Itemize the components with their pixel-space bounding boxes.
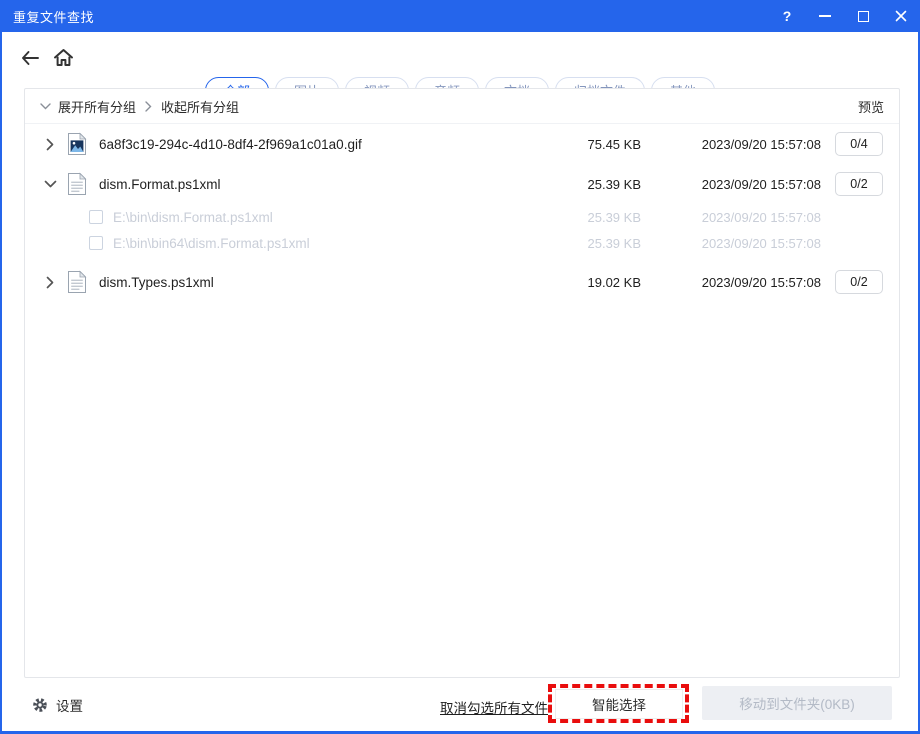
titlebar-controls: ? xyxy=(768,0,920,32)
window-title: 重复文件查找 xyxy=(0,7,94,26)
smart-select-button[interactable]: 智能选择 xyxy=(555,689,683,719)
selection-count-badge: 0/2 xyxy=(835,172,883,196)
footer: 设置 取消勾选所有文件 智能选择 移动到文件夹(0KB) xyxy=(2,678,918,731)
file-size: 19.02 KB xyxy=(551,275,641,290)
collapse-chevron-down-icon[interactable] xyxy=(43,180,57,188)
image-file-icon xyxy=(67,132,87,156)
app-window: 重复文件查找 ? 全部 图片 视频 音频 文档 归 xyxy=(0,0,920,734)
titlebar: 重复文件查找 ? xyxy=(0,0,920,32)
file-checkbox[interactable] xyxy=(89,210,103,224)
expand-chevron-right-icon[interactable] xyxy=(43,276,57,289)
settings-button[interactable]: 设置 xyxy=(32,695,83,715)
collapse-all-label: 收起所有分组 xyxy=(161,97,239,116)
file-date: 2023/09/20 15:57:08 xyxy=(661,137,821,152)
file-group-row[interactable]: dism.Format.ps1xml 25.39 KB 2023/09/20 1… xyxy=(25,164,899,204)
expand-all-label: 展开所有分组 xyxy=(58,97,136,116)
header: 全部 图片 视频 音频 文档 归档文件 其他 xyxy=(2,32,918,88)
chevron-down-icon xyxy=(40,103,51,110)
minimize-icon xyxy=(819,15,831,17)
file-path: E:\bin\bin64\dism.Format.ps1xml xyxy=(113,236,551,251)
file-group-row[interactable]: dism.Types.ps1xml 19.02 KB 2023/09/20 15… xyxy=(25,262,899,302)
file-date: 2023/09/20 15:57:08 xyxy=(661,177,821,192)
file-group-row[interactable]: 6a8f3c19-294c-4d10-8df4-2f969a1c01a0.gif… xyxy=(25,124,899,164)
help-button[interactable]: ? xyxy=(768,0,806,32)
file-group-name: dism.Types.ps1xml xyxy=(99,275,551,290)
file-path: E:\bin\dism.Format.ps1xml xyxy=(113,210,551,225)
minimize-button[interactable] xyxy=(806,0,844,32)
results-panel: 展开所有分组 收起所有分组 预览 xyxy=(24,88,900,678)
selection-count-badge: 0/2 xyxy=(835,270,883,294)
file-date: 2023/09/20 15:57:08 xyxy=(661,210,821,225)
expand-all-groups[interactable]: 展开所有分组 xyxy=(40,97,136,116)
maximize-button[interactable] xyxy=(844,0,882,32)
close-icon xyxy=(895,10,907,22)
collapse-all-groups[interactable]: 收起所有分组 xyxy=(161,97,239,116)
back-button[interactable] xyxy=(20,50,40,66)
file-date: 2023/09/20 15:57:08 xyxy=(661,236,821,251)
file-date: 2023/09/20 15:57:08 xyxy=(661,275,821,290)
toolbar-separator xyxy=(145,101,152,112)
file-size: 25.39 KB xyxy=(551,236,641,251)
expand-chevron-right-icon[interactable] xyxy=(43,138,57,151)
maximize-icon xyxy=(858,11,869,22)
home-icon xyxy=(53,48,74,67)
file-group-name: dism.Format.ps1xml xyxy=(99,177,551,192)
nav-left xyxy=(20,48,74,67)
file-size: 25.39 KB xyxy=(551,177,641,192)
move-to-folder-button[interactable]: 移动到文件夹(0KB) xyxy=(702,686,892,720)
close-button[interactable] xyxy=(882,0,920,32)
document-file-icon xyxy=(67,270,87,294)
file-size: 75.45 KB xyxy=(551,137,641,152)
chevron-right-icon xyxy=(145,101,152,112)
file-checkbox[interactable] xyxy=(89,236,103,250)
preview-button[interactable]: 预览 xyxy=(858,97,884,116)
duplicate-file-row[interactable]: E:\bin\bin64\dism.Format.ps1xml 25.39 KB… xyxy=(25,230,899,256)
file-size: 25.39 KB xyxy=(551,210,641,225)
document-file-icon xyxy=(67,172,87,196)
badge-spacer xyxy=(835,231,883,255)
file-list: 6a8f3c19-294c-4d10-8df4-2f969a1c01a0.gif… xyxy=(25,124,899,302)
home-button[interactable] xyxy=(53,48,74,67)
settings-label: 设置 xyxy=(56,695,83,715)
badge-spacer xyxy=(835,205,883,229)
panel-toolbar: 展开所有分组 收起所有分组 预览 xyxy=(25,89,899,124)
gear-icon xyxy=(32,697,48,713)
selection-count-badge: 0/4 xyxy=(835,132,883,156)
duplicate-file-row[interactable]: E:\bin\dism.Format.ps1xml 25.39 KB 2023/… xyxy=(25,204,899,230)
file-group-name: 6a8f3c19-294c-4d10-8df4-2f969a1c01a0.gif xyxy=(99,137,551,152)
uncheck-all-link[interactable]: 取消勾选所有文件 xyxy=(440,697,548,717)
back-arrow-icon xyxy=(20,50,40,66)
